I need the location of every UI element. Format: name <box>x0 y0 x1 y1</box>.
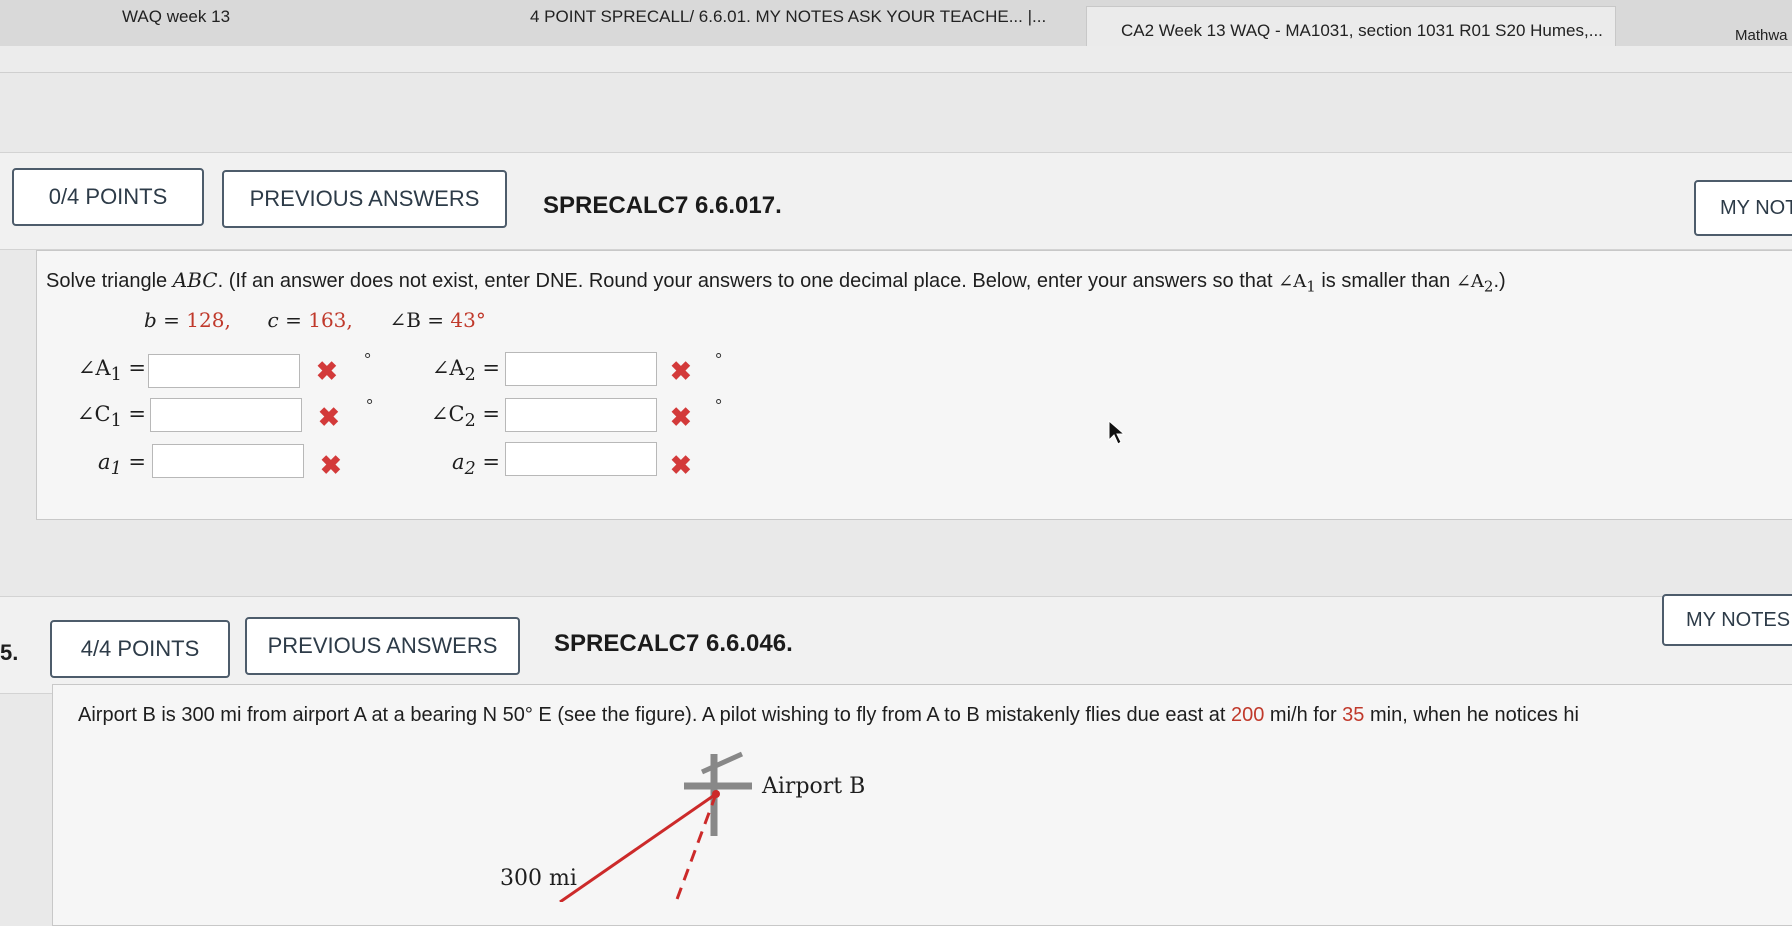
angle-c2-input[interactable] <box>505 398 657 432</box>
tab-waq-week-13[interactable]: WAQ week 13 <box>122 0 522 46</box>
question-number: 5. <box>0 640 19 665</box>
side-a2-input[interactable] <box>505 442 657 476</box>
incorrect-icon: ✖ <box>320 450 342 480</box>
incorrect-icon: ✖ <box>318 402 340 432</box>
question-text: Airport B is 300 mi from airport A at a … <box>78 704 1579 726</box>
incorrect-icon: ✖ <box>670 450 692 480</box>
degree-unit: ° <box>715 396 723 416</box>
incorrect-icon: ✖ <box>316 356 338 386</box>
tab-mathwa[interactable]: Mathwa <box>1735 22 1792 48</box>
incorrect-icon: ✖ <box>670 402 692 432</box>
distance-label: 300 mi <box>500 866 577 891</box>
angle-c2-label: ∠C2 = <box>430 402 500 432</box>
page-top-strip <box>0 46 1792 73</box>
degree-unit: ° <box>715 350 723 370</box>
degree-unit: ° <box>364 350 372 370</box>
my-notes-button[interactable]: MY NOTES <box>1662 594 1792 646</box>
degree-unit: ° <box>366 396 374 416</box>
question-reference: SPRECALC7 6.6.017. <box>543 192 782 219</box>
angle-a1-label: ∠A1 = <box>77 356 146 386</box>
flight-path-line <box>559 792 717 902</box>
previous-answers-button[interactable]: PREVIOUS ANSWERS <box>245 617 520 675</box>
side-a2-label: a2 = <box>452 450 500 480</box>
points-badge: 0/4 POINTS <box>12 168 204 226</box>
given-values: b = 128, c = 163, ∠B = 43° <box>144 308 486 332</box>
angle-c1-label: ∠C1 = <box>76 402 146 432</box>
question-instruction: Solve triangle ABC. (If an answer does n… <box>46 268 1506 296</box>
mouse-cursor-icon <box>1108 420 1126 445</box>
angle-c1-input[interactable] <box>150 398 302 432</box>
axis-tick <box>700 751 744 775</box>
airport-b-label: Airport B <box>762 774 866 799</box>
my-notes-button[interactable]: MY NOT <box>1694 180 1792 236</box>
airport-b-point <box>712 790 720 798</box>
angle-a2-label: ∠A2 = <box>431 356 500 386</box>
angle-a2-input[interactable] <box>505 352 657 386</box>
dashed-line <box>674 793 718 902</box>
side-a1-input[interactable] <box>152 444 304 478</box>
points-badge: 4/4 POINTS <box>50 620 230 678</box>
angle-a1-input[interactable] <box>148 354 300 388</box>
question-reference: SPRECALC7 6.6.046. <box>554 630 793 657</box>
incorrect-icon: ✖ <box>670 356 692 386</box>
previous-answers-button[interactable]: PREVIOUS ANSWERS <box>222 170 507 228</box>
tab-sprecall-notes[interactable]: 4 POINT SPRECALL/ 6.6.01. MY NOTES ASK Y… <box>530 0 1080 46</box>
browser-tab-strip: WAQ week 13 4 POINT SPRECALL/ 6.6.01. MY… <box>0 0 1792 54</box>
side-a1-label: a1 = <box>98 450 146 480</box>
